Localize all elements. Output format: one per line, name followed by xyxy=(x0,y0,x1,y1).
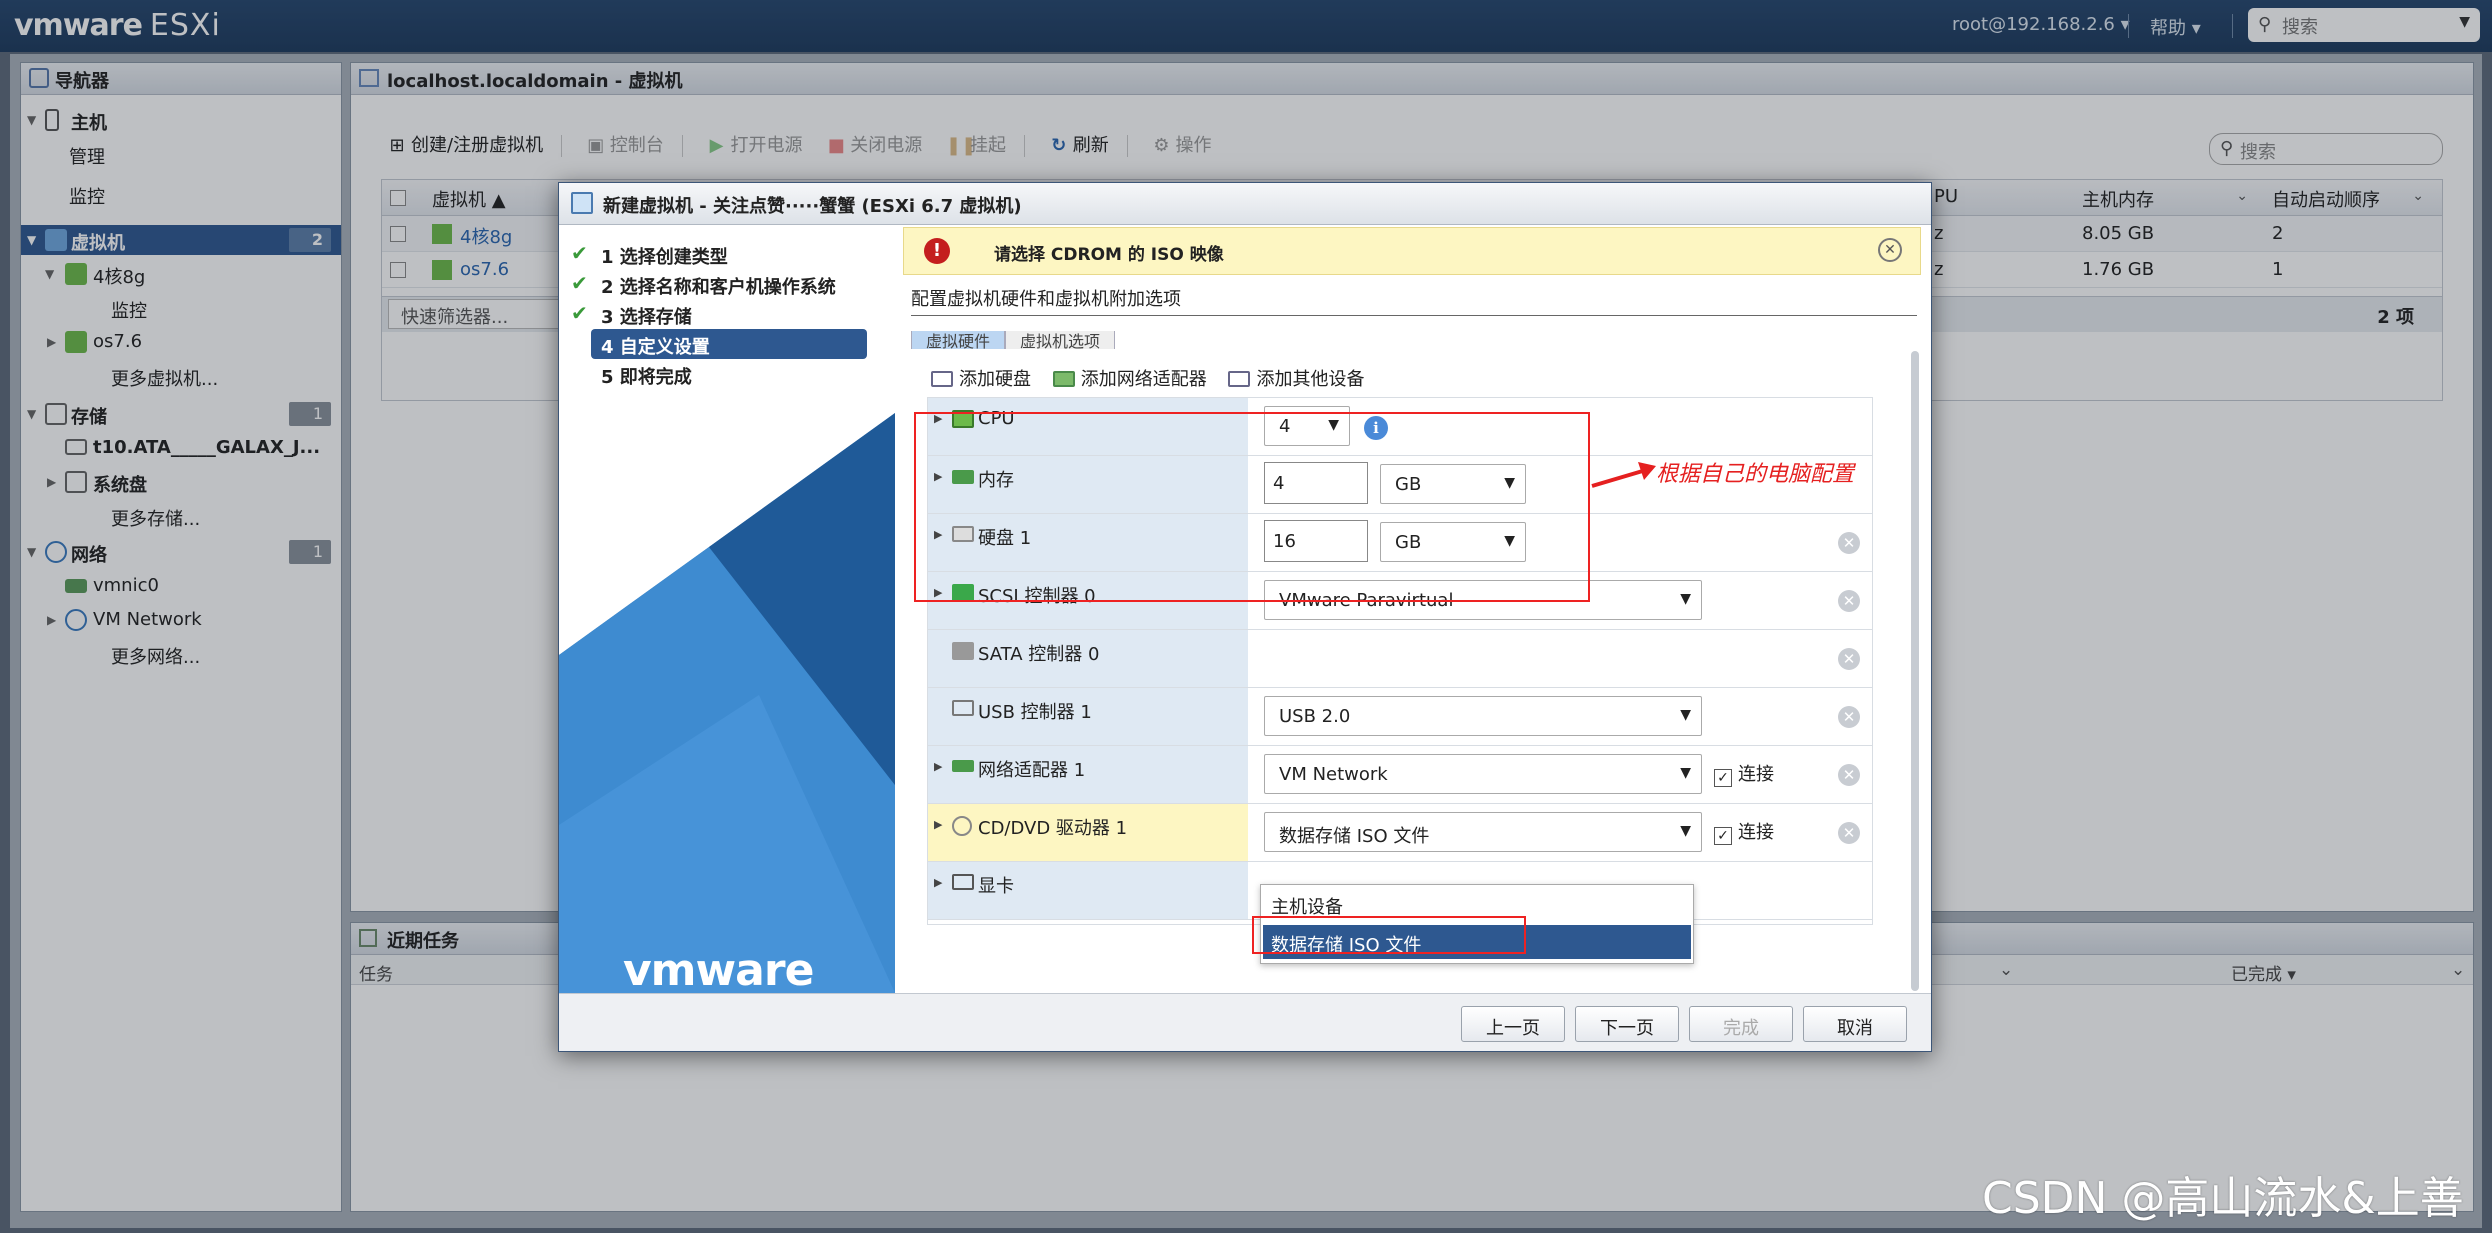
vmware-logo: vmware xyxy=(623,945,814,993)
hw-row-cd-dvd: ▶ CD/DVD 驱动器 1 数据存储 ISO 文件 ▼ ✓ 连接 ✕ xyxy=(928,804,1872,862)
hw-row-network-adapter: ▶ 网络适配器 1 VM Network ▼ ✓ 连接 ✕ xyxy=(928,746,1872,804)
expand-right-icon[interactable]: ▶ xyxy=(934,760,942,773)
add-device-bar: 添加硬盘 添加网络适配器 添加其他设备 xyxy=(931,365,1380,391)
checkbox-checked-icon: ✓ xyxy=(1714,769,1732,787)
vertical-scrollbar[interactable] xyxy=(1911,351,1919,991)
divider xyxy=(911,315,1917,316)
tab-vm-options[interactable]: 虚拟机选项 xyxy=(1005,331,1116,349)
checkmark-icon: ✔ xyxy=(571,241,588,265)
annotation-text: 根据自己的电脑配置 xyxy=(1656,462,1855,487)
chevron-down-icon: ▼ xyxy=(1680,823,1691,839)
settings-tabs: 虚拟硬件 虚拟机选项 xyxy=(911,331,1116,349)
nic-icon xyxy=(952,760,974,772)
new-vm-wizard: 新建虚拟机 - 关注点赞·····蟹蟹 (ESXi 6.7 虚拟机) ✔ 1 选… xyxy=(558,182,1932,1052)
highlight-box-iso-option xyxy=(1252,916,1526,954)
remove-device-icon[interactable]: ✕ xyxy=(1838,648,1860,670)
warning-banner: ! 请选择 CDROM 的 ISO 映像 ✕ xyxy=(903,227,1921,275)
usb-type-select[interactable]: USB 2.0 ▼ xyxy=(1264,696,1702,736)
remove-device-icon[interactable]: ✕ xyxy=(1838,532,1860,554)
hw-row-usb: USB 控制器 1 USB 2.0 ▼ ✕ xyxy=(928,688,1872,746)
new-vm-icon xyxy=(571,192,593,214)
cancel-button[interactable]: 取消 xyxy=(1803,1006,1907,1042)
error-icon: ! xyxy=(924,238,950,264)
expand-right-icon[interactable]: ▶ xyxy=(934,876,942,889)
wizard-step-5[interactable]: 5 即将完成 xyxy=(571,359,871,389)
chevron-down-icon: ▼ xyxy=(1680,765,1691,781)
remove-device-icon[interactable]: ✕ xyxy=(1838,590,1860,612)
disk-icon xyxy=(931,371,953,387)
wizard-content: ! 请选择 CDROM 的 ISO 映像 ✕ 配置虚拟机硬件和虚拟机附加选项 虚… xyxy=(895,225,1931,993)
usb-icon xyxy=(952,700,974,716)
add-nic-button[interactable]: 添加网络适配器 xyxy=(1052,365,1207,391)
chevron-down-icon: ▼ xyxy=(1680,707,1691,723)
remove-device-icon[interactable]: ✕ xyxy=(1838,706,1860,728)
network-select[interactable]: VM Network ▼ xyxy=(1264,754,1702,794)
dialog-footer: 上一页 下一页 完成 取消 xyxy=(559,993,1931,1051)
monitor-icon xyxy=(952,874,974,890)
remove-device-icon[interactable]: ✕ xyxy=(1838,822,1860,844)
next-button[interactable]: 下一页 xyxy=(1575,1006,1679,1042)
annotation-arrow-icon xyxy=(1591,462,1656,488)
checkmark-icon: ✔ xyxy=(571,301,588,325)
hw-row-sata: SATA 控制器 0 ✕ xyxy=(928,630,1872,688)
chevron-down-icon: ▼ xyxy=(1680,591,1691,607)
tab-virtual-hardware[interactable]: 虚拟硬件 xyxy=(911,331,1006,349)
close-icon[interactable]: ✕ xyxy=(1878,238,1902,262)
wizard-step-2[interactable]: ✔ 2 选择名称和客户机操作系统 xyxy=(571,269,871,299)
highlight-box-cpu-mem-disk xyxy=(914,412,1590,602)
step-subtitle: 配置虚拟机硬件和虚拟机附加选项 xyxy=(911,289,1181,310)
cd-media-select[interactable]: 数据存储 ISO 文件 ▼ xyxy=(1264,812,1702,852)
add-other-device-button[interactable]: 添加其他设备 xyxy=(1228,365,1364,391)
add-disk-button[interactable]: 添加硬盘 xyxy=(931,365,1031,391)
wizard-step-4[interactable]: 4 自定义设置 xyxy=(591,329,867,359)
checkbox-checked-icon: ✓ xyxy=(1714,827,1732,845)
checkmark-icon: ✔ xyxy=(571,271,588,295)
expand-right-icon[interactable]: ▶ xyxy=(934,818,942,831)
nic-connect-checkbox[interactable]: ✓ 连接 xyxy=(1714,760,1774,787)
device-icon xyxy=(1228,371,1251,387)
remove-device-icon[interactable]: ✕ xyxy=(1838,764,1860,786)
wizard-step-1[interactable]: ✔ 1 选择创建类型 xyxy=(571,239,871,269)
wizard-step-3[interactable]: ✔ 3 选择存储 xyxy=(571,299,871,329)
cd-icon xyxy=(952,816,972,836)
finish-button[interactable]: 完成 xyxy=(1689,1006,1793,1042)
cd-connect-checkbox[interactable]: ✓ 连接 xyxy=(1714,818,1774,845)
sata-icon xyxy=(952,642,974,660)
nic-icon xyxy=(1052,371,1075,387)
watermark: CSDN @高山流水&上善 xyxy=(1982,1173,2464,1224)
dialog-title: 新建虚拟机 - 关注点赞·····蟹蟹 (ESXi 6.7 虚拟机) xyxy=(559,183,1931,225)
back-button[interactable]: 上一页 xyxy=(1461,1006,1565,1042)
wizard-steps-panel: ✔ 1 选择创建类型 ✔ 2 选择名称和客户机操作系统 ✔ 3 选择存储 4 自… xyxy=(559,225,895,993)
